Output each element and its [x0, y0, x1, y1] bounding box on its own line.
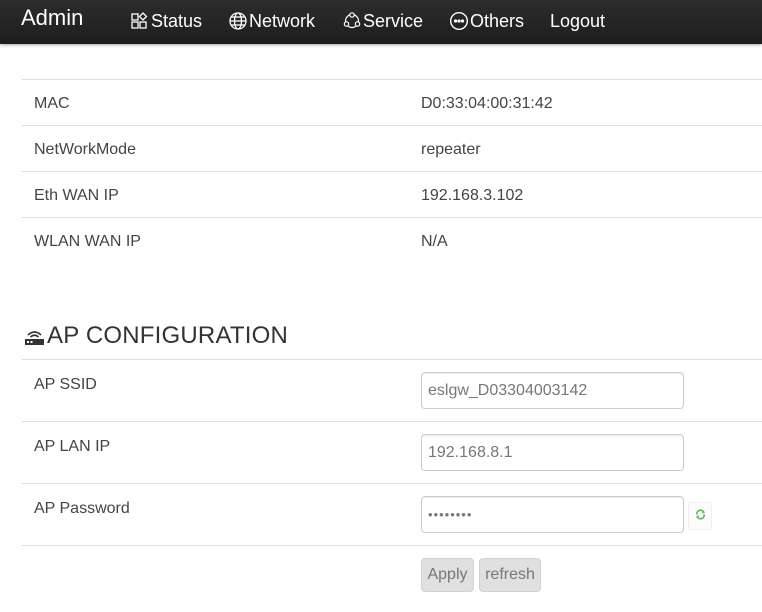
ap-lan-ip-label: AP LAN IP	[34, 438, 111, 455]
apply-button[interactable]: Apply	[421, 558, 474, 592]
row-value: repeater	[421, 141, 481, 158]
table-row: WLAN WAN IP N/A	[22, 217, 762, 263]
brand-title[interactable]: Admin	[21, 6, 83, 30]
table-row: Eth WAN IP 192.168.3.102	[22, 171, 762, 217]
nav-service[interactable]: Service	[342, 10, 423, 32]
ap-configuration-title: AP CONFIGURATION	[47, 322, 288, 349]
row-value: N/A	[421, 233, 448, 250]
ap-lan-ip-input[interactable]	[421, 434, 684, 471]
row-value: D0:33:04:00:31:42	[421, 95, 553, 112]
nav-status-label: Status	[151, 11, 203, 31]
top-navbar: Admin Status Network Service Others Logo…	[0, 0, 762, 44]
table-row: NetWorkMode repeater	[22, 125, 762, 171]
router-icon	[24, 326, 45, 346]
refresh-button[interactable]: refresh	[479, 558, 541, 592]
more-circle-icon	[449, 11, 469, 31]
row-label: NetWorkMode	[34, 141, 136, 158]
ap-configuration-heading: AP CONFIGURATION	[24, 322, 288, 350]
ap-password-input[interactable]	[421, 496, 684, 533]
nav-logout-label: Logout	[550, 11, 606, 31]
nav-network[interactable]: Network	[228, 10, 315, 32]
nav-network-label: Network	[249, 11, 316, 31]
row-label: MAC	[34, 95, 70, 112]
row-label: WLAN WAN IP	[34, 233, 141, 250]
table-row: MAC D0:33:04:00:31:42	[22, 79, 762, 125]
ap-ssid-label: AP SSID	[34, 376, 97, 393]
nav-status[interactable]: Status	[130, 10, 202, 32]
status-grid-icon	[130, 11, 150, 31]
nav-logout[interactable]: Logout	[550, 10, 605, 32]
ap-password-label: AP Password	[34, 500, 130, 517]
ap-ssid-input[interactable]	[421, 372, 684, 409]
refresh-green-icon	[695, 507, 706, 525]
nav-others-label: Others	[470, 11, 525, 31]
service-nodes-icon	[342, 11, 362, 31]
row-value: 192.168.3.102	[421, 187, 524, 204]
password-toggle-button[interactable]	[688, 502, 712, 530]
nav-others[interactable]: Others	[449, 10, 524, 32]
form-row-actions	[22, 545, 762, 612]
row-label: Eth WAN IP	[34, 187, 119, 204]
nav-service-label: Service	[363, 11, 424, 31]
globe-icon	[228, 11, 248, 31]
